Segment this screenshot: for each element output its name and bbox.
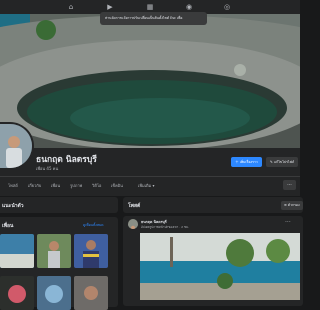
see-all-friends-link[interactable]: ดูเพื่อนทั้งหมด [83,223,104,228]
intro-title: แนะนำตัว [2,203,24,209]
posts-filter-label: ตัวกรอง [287,203,300,207]
marketplace-icon[interactable]: ▦ [145,2,155,12]
friend-count[interactable]: เพื่อน 45 คน [36,165,58,172]
edit-profile-button[interactable]: ✎ แก้ไขโปรไฟล์ [266,157,298,167]
post-photo[interactable] [140,233,300,300]
friend-tile[interactable] [0,234,34,268]
tab-posts[interactable]: โพสต์ [8,182,18,189]
friends-title: เพื่อน [2,223,14,229]
post-author-avatar[interactable] [128,219,138,229]
friend-tile[interactable] [74,234,108,268]
friend-tile[interactable] [74,276,108,310]
groups-icon[interactable]: ◉ [184,2,194,12]
fullscreen-tooltip: ท่านจัดการแจ้งการปรับเปลี่ยนเป็นต้นตั้งไ… [100,12,207,25]
tab-menu-button[interactable]: ··· [283,180,296,190]
tab-photos[interactable]: รูปภาพ [70,182,82,189]
posts-header-card: โพสต์ ≡ ตัวกรอง [123,197,303,213]
video-icon[interactable]: ▶ [105,2,115,12]
friend-tile[interactable] [37,234,71,268]
gaming-icon[interactable]: ◎ [222,2,232,12]
profile-tabs: โพสต์ เกี่ยวกับ เพื่อน รูปภาพ วิดีโอ เช็… [0,176,300,194]
tab-videos[interactable]: วิดีโอ [92,182,101,189]
tab-more[interactable]: เพิ่มเติม ▾ [138,182,155,189]
friend-tile[interactable] [37,276,71,310]
intro-card: แนะนำตัว [0,197,118,213]
filter-icon: ≡ [284,203,287,207]
posts-title: โพสต์ [128,203,141,209]
add-story-label: เพิ่มเรื่องราว [239,160,258,164]
tab-friends[interactable]: เพื่อน [51,182,60,189]
add-story-button[interactable]: ＋ เพิ่มเรื่องราว [231,157,262,167]
friend-tile[interactable] [0,276,34,310]
plus-icon: ＋ [235,160,239,164]
home-icon[interactable]: ⌂ [66,2,76,12]
post-subline: อัปเดตรูปภาพหน้าปกของเขา · 2 ชม. [141,225,189,229]
edit-profile-label: แก้ไขโปรไฟล์ [273,160,295,164]
posts-filter-button[interactable]: ≡ ตัวกรอง [281,201,303,210]
post-more-button[interactable]: ··· [285,219,291,226]
profile-name: ธนกฤต นิลดรบุรี [36,155,97,165]
pencil-icon: ✎ [269,160,273,164]
tab-about[interactable]: เกี่ยวกับ [28,182,41,189]
tab-checkins[interactable]: เช็คอิน [111,182,123,189]
